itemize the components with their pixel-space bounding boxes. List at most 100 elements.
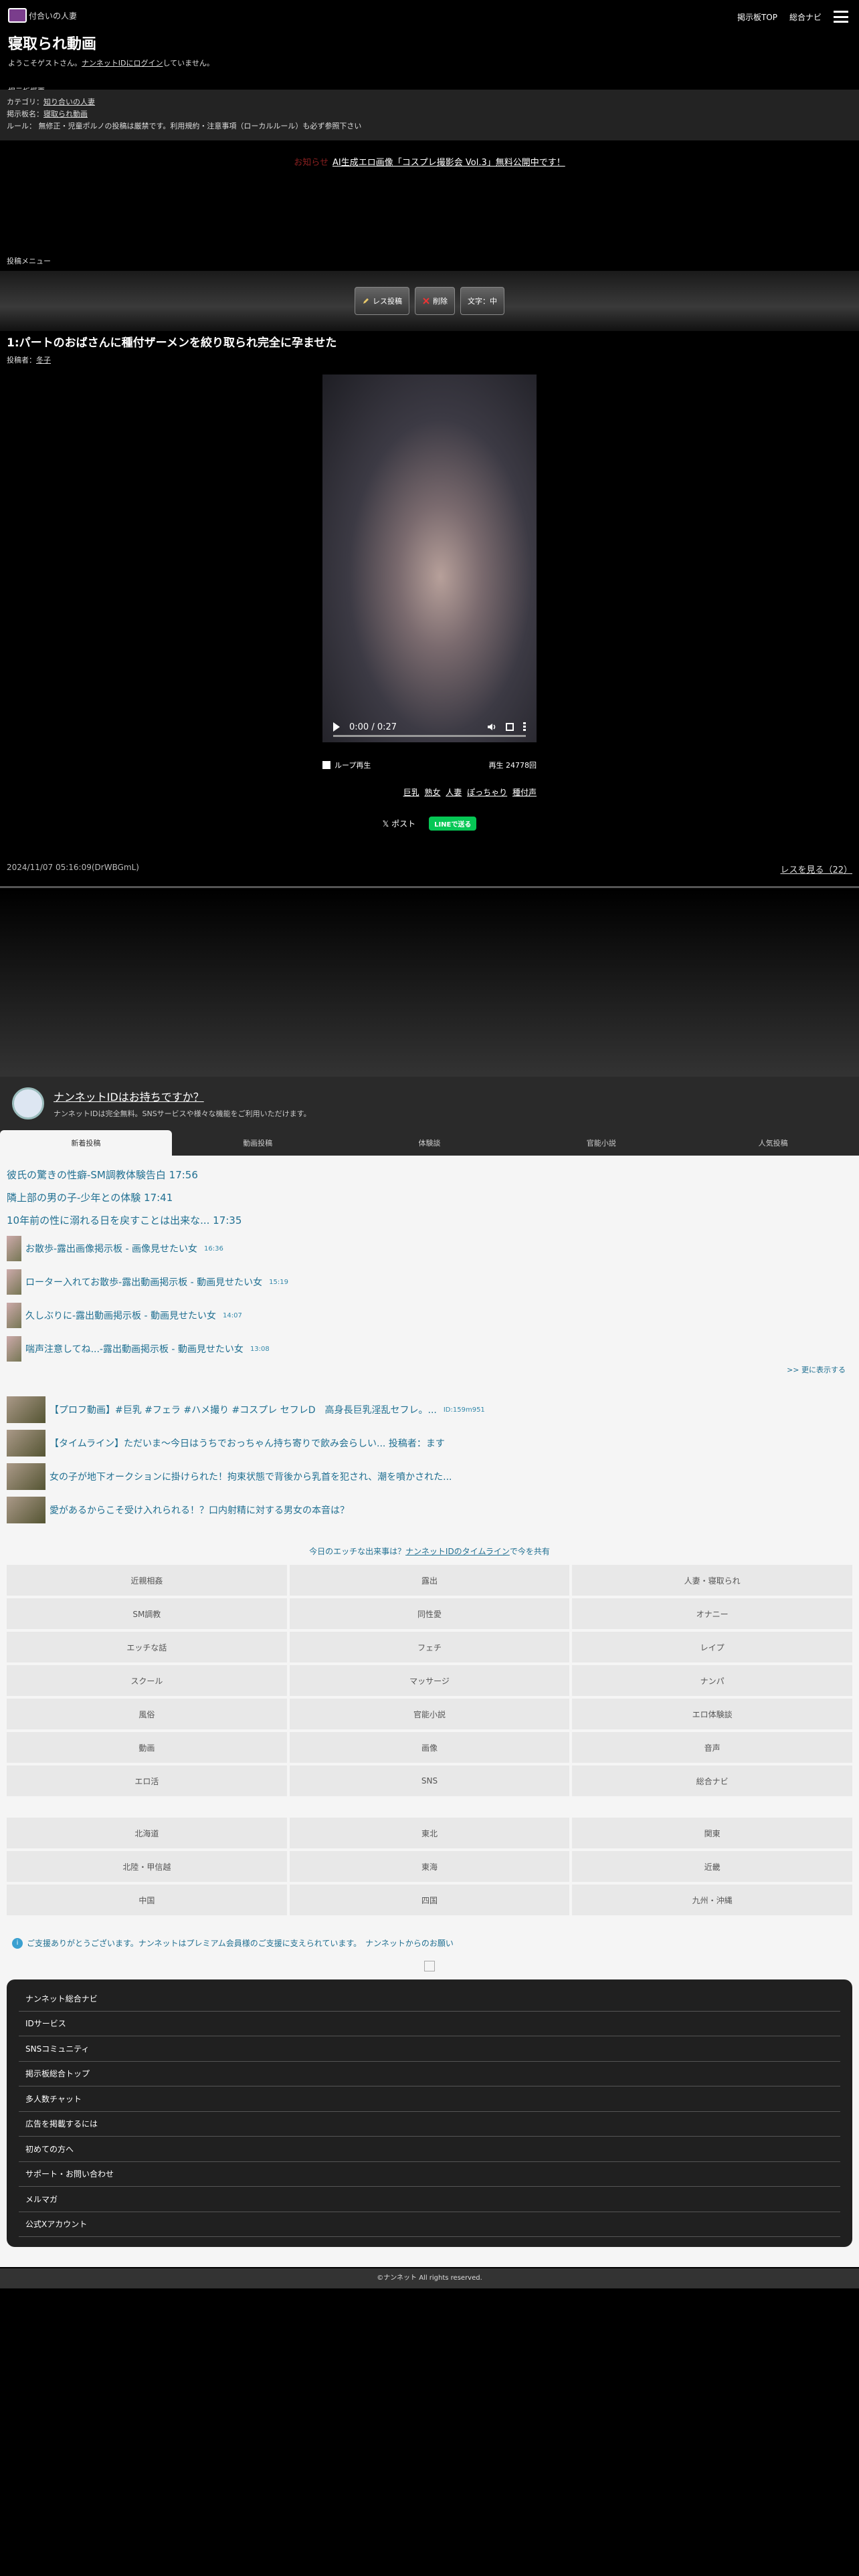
- tab-experiences[interactable]: 体験談: [344, 1130, 516, 1156]
- category-item[interactable]: 近親相姦: [7, 1565, 287, 1596]
- thumb-news-item[interactable]: 喘声注意してね...-露出動画掲示板 - 動画見せたい女 13:08: [7, 1336, 270, 1362]
- category-item[interactable]: レイプ: [572, 1632, 852, 1662]
- category-item[interactable]: 音声: [572, 1732, 852, 1763]
- featured-item[interactable]: 愛があるからこそ受け入れられる！？口内射精に対する男女の本音は？: [7, 1497, 349, 1523]
- category-link[interactable]: 知り合いの人妻: [43, 98, 95, 106]
- loop-checkbox[interactable]: ループ再生: [322, 760, 371, 770]
- nannet-id-banner[interactable]: ナンネットIDはお持ちですか？ ナンネットIDは完全無料。SNSサービスや様々な…: [0, 1077, 859, 1130]
- thumbnail: [7, 1303, 21, 1328]
- copyright: ©ナンネット All rights reserved.: [0, 2268, 859, 2288]
- promo-banner: お知らせ AI生成エロ画像「コスプレ撮影会 Vol.3」無料公開中です！: [0, 155, 859, 168]
- request-link[interactable]: ナンネットからのお願い: [365, 1937, 454, 1949]
- delete-icon: [423, 298, 430, 304]
- category-item[interactable]: 同性愛: [289, 1598, 570, 1629]
- region-item[interactable]: 近畿: [572, 1851, 852, 1882]
- category-item[interactable]: 画像: [289, 1732, 570, 1763]
- font-size-button[interactable]: 文字：中: [460, 287, 504, 315]
- volume-icon[interactable]: [487, 722, 496, 732]
- board-top-link[interactable]: 掲示板TOP: [737, 11, 777, 23]
- delete-button[interactable]: 削除: [415, 287, 455, 315]
- news-item[interactable]: 10年前の性に溺れる日を戻すことは出来な... 17:35: [7, 1213, 242, 1227]
- logo-icon: [8, 8, 27, 23]
- footer-link[interactable]: 初めての方へ: [19, 2137, 840, 2162]
- category-item[interactable]: マッサージ: [289, 1665, 570, 1696]
- timeline-link[interactable]: ナンネットIDのタイムライン: [405, 1547, 510, 1556]
- video-controls: 0:00 / 0:27: [322, 712, 537, 742]
- play-icon[interactable]: [333, 722, 340, 732]
- tag-link[interactable]: 巨乳: [403, 788, 419, 797]
- category-item[interactable]: エロ活: [7, 1765, 287, 1796]
- region-item[interactable]: 東海: [289, 1851, 570, 1882]
- category-item[interactable]: フェチ: [289, 1632, 570, 1662]
- category-item[interactable]: エロ体験談: [572, 1699, 852, 1729]
- news-item[interactable]: 隣上部の男の子-少年との体験 17:41: [7, 1190, 173, 1204]
- footer-link[interactable]: 掲示板総合トップ: [19, 2062, 840, 2086]
- footer-link[interactable]: IDサービス: [19, 2012, 840, 2036]
- show-more-link[interactable]: >> 更に表示する: [787, 1364, 846, 1375]
- tag-link[interactable]: 熟女: [424, 788, 440, 797]
- featured-item[interactable]: 【プロフ動画】#巨乳 #フェラ #ハメ撮り #コスプレ セフレD 高身長巨乳淫乱…: [7, 1396, 485, 1423]
- featured-item[interactable]: 女の子が地下オークションに掛けられた！拘束状態で背後から乳首を犯され、潮を噴かさ…: [7, 1463, 452, 1490]
- category-item[interactable]: ナンパ: [572, 1665, 852, 1696]
- checkbox-icon[interactable]: [322, 761, 330, 769]
- tab-popular[interactable]: 人気投稿: [687, 1130, 859, 1156]
- category-item[interactable]: 風俗: [7, 1699, 287, 1729]
- region-item[interactable]: 関東: [572, 1818, 852, 1848]
- footer-link[interactable]: 多人数チャット: [19, 2086, 840, 2112]
- video-player[interactable]: 0:00 / 0:27: [322, 374, 537, 742]
- featured-item[interactable]: 【タイムライン】ただいま〜今日はうちでおっちゃん持ち寄りで飲み会らしい... 投…: [7, 1430, 445, 1457]
- footer-link[interactable]: 公式Xアカウント: [19, 2212, 840, 2237]
- region-item[interactable]: 中国: [7, 1885, 287, 1915]
- tab-novels[interactable]: 官能小説: [515, 1130, 687, 1156]
- footer-link[interactable]: 広告を掲載するには: [19, 2112, 840, 2137]
- view-replies-link[interactable]: レスを見る（22）: [780, 863, 852, 875]
- category-item[interactable]: エッチな話: [7, 1632, 287, 1662]
- login-link[interactable]: ナンネットIDにログイン: [82, 59, 163, 68]
- footer-link[interactable]: メルマガ: [19, 2187, 840, 2212]
- site-logo[interactable]: 付合いの人妻: [8, 8, 851, 23]
- footer-link[interactable]: ナンネット総合ナビ: [19, 1986, 840, 2012]
- fullscreen-icon[interactable]: [506, 723, 514, 731]
- category-item[interactable]: 総合ナビ: [572, 1765, 852, 1796]
- tab-video-posts[interactable]: 動画投稿: [172, 1130, 344, 1156]
- thumb-news-item[interactable]: 久しぶりに-露出動画掲示板 - 動画見せたい女 14:07: [7, 1303, 242, 1328]
- line-share-button[interactable]: LINEで送る: [429, 817, 477, 831]
- category-item[interactable]: 露出: [289, 1565, 570, 1596]
- reply-button[interactable]: レス投稿: [355, 287, 409, 315]
- category-item[interactable]: SNS: [289, 1765, 570, 1796]
- category-item[interactable]: 官能小説: [289, 1699, 570, 1729]
- video-progress-bar[interactable]: [333, 735, 526, 737]
- region-item[interactable]: 北海道: [7, 1818, 287, 1848]
- tab-new-posts[interactable]: 新着投稿: [0, 1130, 172, 1156]
- more-options-icon[interactable]: [523, 722, 526, 732]
- board-info: カテゴリ：知り合いの人妻 掲示板名：寝取られ動画 ルール： 無修正・児童ポルノの…: [0, 90, 859, 140]
- x-post-button[interactable]: 𝕏 ポスト: [383, 818, 416, 829]
- footer-link[interactable]: サポート・お問い合わせ: [19, 2162, 840, 2187]
- board-link[interactable]: 寝取られ動画: [43, 110, 88, 118]
- poster-name[interactable]: 冬子: [36, 356, 51, 364]
- footer-link[interactable]: SNSコミュニティ: [19, 2036, 840, 2062]
- region-item[interactable]: 北陸・甲信越: [7, 1851, 287, 1882]
- category-item[interactable]: 人妻・寝取られ: [572, 1565, 852, 1596]
- region-item[interactable]: 九州・沖縄: [572, 1885, 852, 1915]
- region-item[interactable]: 四国: [289, 1885, 570, 1915]
- category-item[interactable]: スクール: [7, 1665, 287, 1696]
- category-item[interactable]: SM調教: [7, 1598, 287, 1629]
- tag-link[interactable]: 種付声: [512, 788, 537, 797]
- thumb-news-item[interactable]: ローター入れてお散歩-露出動画掲示板 - 動画見せたい女 15:19: [7, 1269, 288, 1295]
- promo-link[interactable]: AI生成エロ画像「コスプレ撮影会 Vol.3」無料公開中です！: [332, 158, 565, 168]
- post-tags: 巨乳 熟女 人妻 ぽっちゃり 種付声: [322, 786, 537, 798]
- tag-link[interactable]: 人妻: [446, 788, 462, 797]
- thumb-news-item[interactable]: お散歩-露出画像掲示板 - 画像見せたい女 16:36: [7, 1236, 223, 1261]
- region-item[interactable]: 東北: [289, 1818, 570, 1848]
- news-item[interactable]: 彼氏の驚きの性癖-SM調教体験告白 17:56: [7, 1168, 198, 1182]
- hamburger-menu-icon[interactable]: [834, 11, 848, 23]
- share-buttons: 𝕏 ポスト LINEで送る: [0, 817, 859, 831]
- category-item[interactable]: オナニー: [572, 1598, 852, 1629]
- welcome-text: ようこそゲストさん。ナンネットIDにログインしていません。: [8, 59, 214, 68]
- category-item[interactable]: 動画: [7, 1732, 287, 1763]
- nav-link[interactable]: 総合ナビ: [789, 11, 822, 23]
- nannet-id-title[interactable]: ナンネットIDはお持ちですか？: [54, 1088, 311, 1104]
- loop-row: ループ再生 再生 24778回: [322, 760, 537, 770]
- tag-link[interactable]: ぽっちゃり: [467, 788, 507, 797]
